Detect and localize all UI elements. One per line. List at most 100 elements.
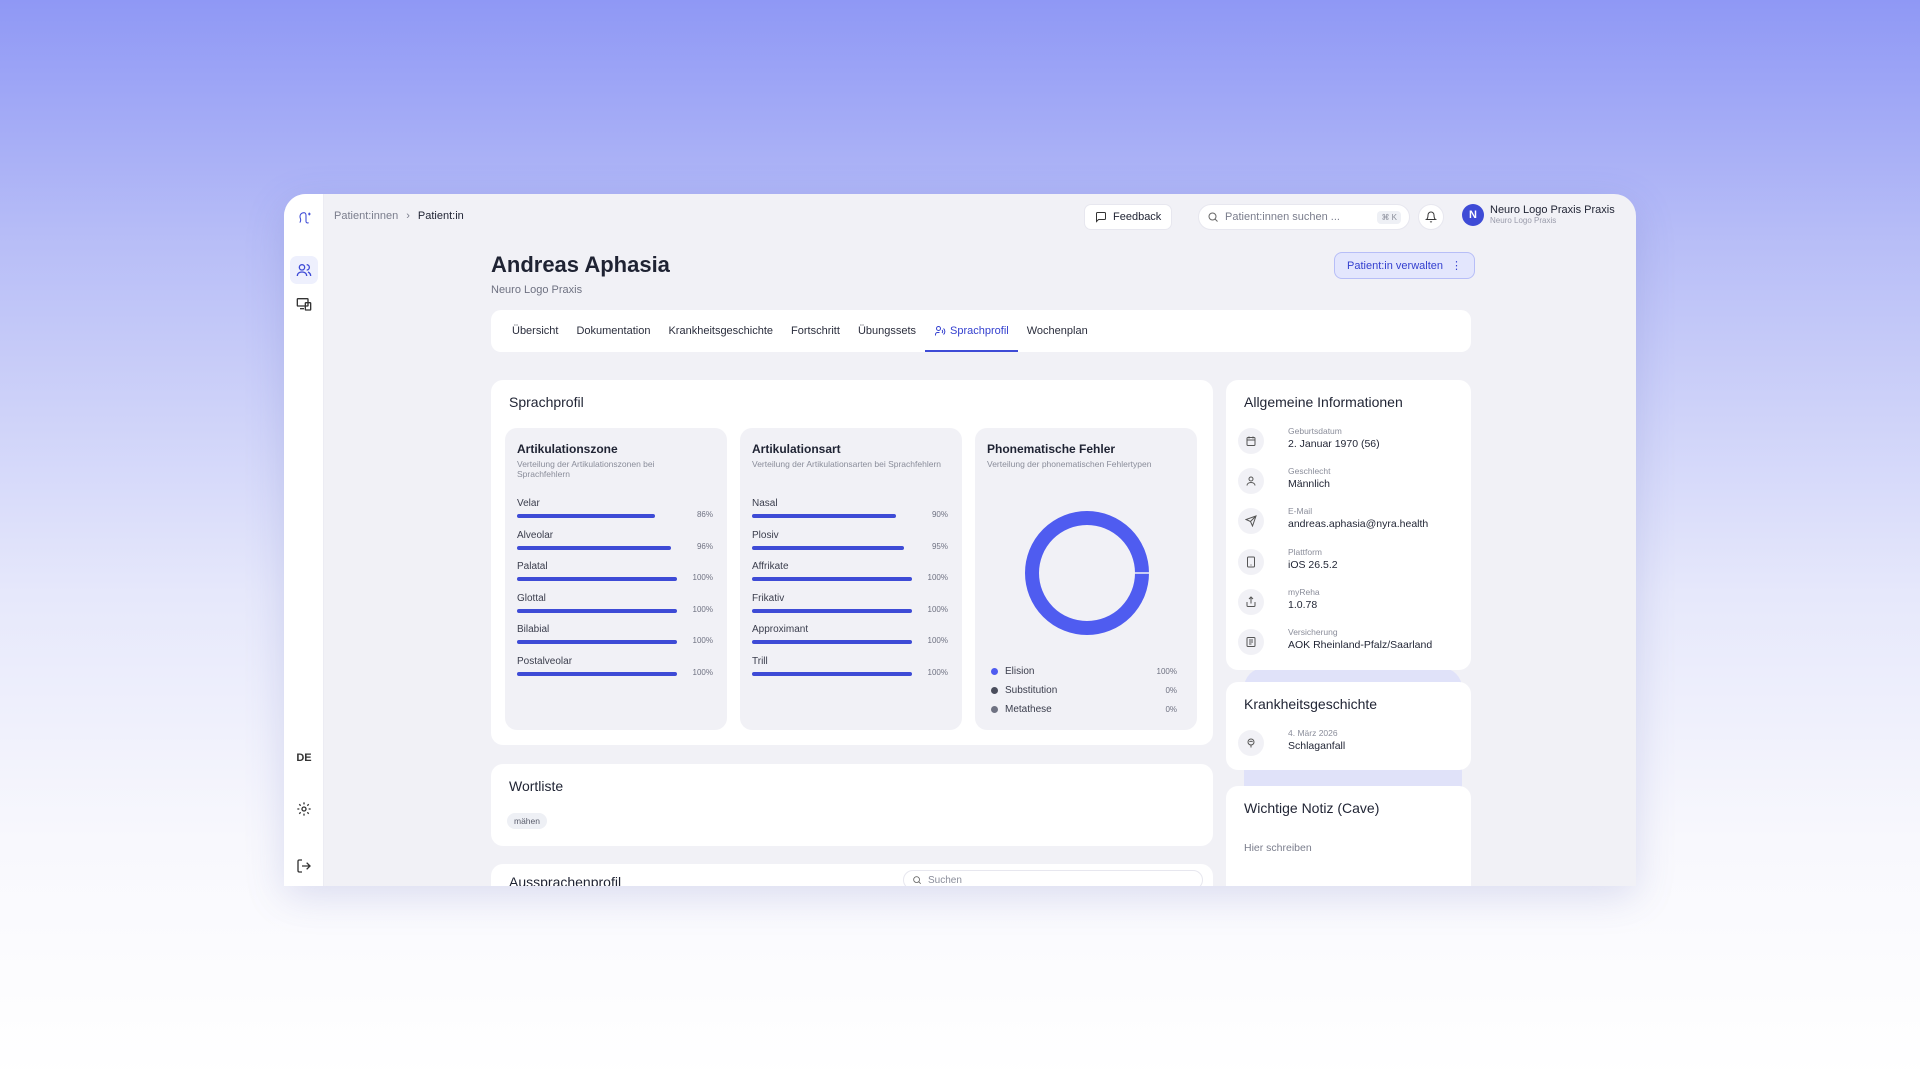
more-vertical-icon: ⋮ <box>1451 260 1462 272</box>
phon-title: Phonematische Fehler <box>987 442 1116 456</box>
message-icon <box>1096 212 1106 223</box>
tab-uebersicht[interactable]: Übersicht <box>503 310 567 352</box>
settings-button[interactable] <box>290 795 318 823</box>
bar-percent: 100% <box>692 573 713 582</box>
info-value: andreas.aphasia@nyra.health <box>1288 518 1429 531</box>
bar-fill <box>752 545 904 550</box>
legend-percent: 0% <box>1165 704 1177 714</box>
info-label: myReha <box>1288 586 1320 597</box>
zone-title: Artikulationszone <box>517 442 618 456</box>
bar-fill <box>517 671 677 676</box>
info-value: 1.0.78 <box>1288 598 1318 611</box>
general-info-title: Allgemeine Informationen <box>1244 394 1403 410</box>
sprachprofil-card: Sprachprofil Artikulationszone Verteilun… <box>491 380 1213 745</box>
info-value: 2. Januar 1970 (56) <box>1288 438 1380 450</box>
info-row: Plattform iOS 26.5.2 <box>1238 547 1448 581</box>
user-name: Neuro Logo Praxis Praxis <box>1490 203 1615 216</box>
info-label: Geburtsdatum <box>1288 426 1342 436</box>
user-menu[interactable]: N Neuro Logo Praxis Praxis Neuro Logo Pr… <box>1462 204 1615 226</box>
history-entry[interactable]: 4. März 2026 Schlaganfall <box>1238 728 1448 762</box>
info-label: Plattform <box>1288 546 1323 557</box>
info-row: Geburtsdatum 2. Januar 1970 (56) <box>1238 426 1448 460</box>
bar-percent: 100% <box>927 604 948 614</box>
sprachprofil-title: Sprachprofil <box>509 394 584 410</box>
aussprachenprofil-card: Aussprachenprofil Suchen <box>491 864 1213 886</box>
bar-label: Postalveolar <box>517 655 573 667</box>
legend-percent: 0% <box>1165 685 1177 695</box>
gear-icon <box>297 802 311 816</box>
breadcrumb-parent[interactable]: Patient:innen <box>334 210 398 222</box>
sidebar: DE <box>284 194 324 886</box>
info-value: Männlich <box>1288 478 1331 491</box>
bar-percent: 100% <box>927 636 948 645</box>
tab-wochenplan[interactable]: Wochenplan <box>1018 310 1097 352</box>
bar-track <box>752 577 912 581</box>
bar-row: Palatal 100% <box>517 561 713 591</box>
bar-track <box>752 640 912 644</box>
insurance-icon <box>1238 629 1264 655</box>
bar-row: Nasal 90% <box>752 498 948 528</box>
bar-fill <box>752 514 896 518</box>
breadcrumb: Patient:innen › Patient:in <box>334 210 464 222</box>
bar-track <box>517 608 677 613</box>
note-title: Wichtige Notiz (Cave) <box>1244 800 1380 816</box>
bar-fill <box>517 577 677 581</box>
bar-label: Velar <box>517 498 540 509</box>
word-chip[interactable]: mähen <box>507 813 547 829</box>
art-desc: Verteilung der Artikulationsarten bei Sp… <box>752 459 942 469</box>
bar-label: Trill <box>752 655 768 667</box>
send-icon <box>1238 508 1264 535</box>
bar-track <box>517 671 677 676</box>
notifications-button[interactable] <box>1418 204 1444 230</box>
tab-dokumentation[interactable]: Dokumentation <box>567 310 659 352</box>
manage-patient-button[interactable]: Patient:in verwalten ⋮ <box>1334 252 1475 279</box>
tab-uebungssets[interactable]: Übungssets <box>849 310 925 352</box>
patient-practice: Neuro Logo Praxis <box>491 284 583 296</box>
bar-label: Affrikate <box>752 561 789 572</box>
users-icon <box>296 264 312 277</box>
bar-track <box>752 514 912 518</box>
aussprache-search-input[interactable]: Suchen <box>903 870 1203 886</box>
background-frame: DE Patient:innen › Patient:in Feedback P… <box>0 0 1920 1080</box>
bar-row: Frikativ 100% <box>752 593 948 623</box>
info-label: E-Mail <box>1288 506 1313 517</box>
note-textarea[interactable]: Hier schreiben <box>1244 842 1312 854</box>
language-switch[interactable]: DE <box>284 752 324 764</box>
logout-icon <box>297 859 311 873</box>
phonematische-fehler-card: Phonematische Fehler Verteilung der phon… <box>975 428 1197 730</box>
donut-segment-elision[interactable] <box>1025 511 1149 635</box>
bar-track <box>517 545 677 550</box>
donut-chart <box>1025 511 1150 635</box>
tab-fortschritt[interactable]: Fortschritt <box>782 310 849 352</box>
bar-percent: 86% <box>696 510 713 519</box>
legend-dot <box>991 705 998 713</box>
aussprachenprofil-title: Aussprachenprofil <box>509 874 622 886</box>
general-info-card: Allgemeine Informationen Geburtsdatum 2. … <box>1226 380 1471 670</box>
brain-icon <box>1238 730 1264 756</box>
bar-percent: 100% <box>927 573 948 582</box>
tab-krankheitsgeschichte[interactable]: Krankheitsgeschichte <box>659 310 782 352</box>
artikulationsart-card: Artikulationsart Verteilung der Artikula… <box>740 428 962 730</box>
bar-fill <box>517 514 655 518</box>
feedback-button[interactable]: Feedback <box>1084 204 1173 230</box>
tab-sprachprofil[interactable]: Sprachprofil <box>925 310 1018 352</box>
legend-percent: 100% <box>1156 666 1177 676</box>
user-org: Neuro Logo Praxis <box>1490 216 1557 226</box>
sidebar-item-devices[interactable] <box>290 290 318 318</box>
bar-label: Palatal <box>517 561 548 572</box>
bar-percent: 90% <box>931 510 948 519</box>
tablet-icon <box>1238 548 1264 575</box>
info-row: E-Mail andreas.aphasia@nyra.health <box>1238 506 1448 540</box>
aussprache-search-placeholder: Suchen <box>928 874 962 886</box>
tab-label: Dokumentation <box>576 325 651 337</box>
feedback-label: Feedback <box>1113 211 1162 223</box>
note-card: Wichtige Notiz (Cave) Hier schreiben <box>1226 786 1471 886</box>
sidebar-item-patients[interactable] <box>290 256 318 284</box>
bar-fill <box>752 640 912 644</box>
patient-search-input[interactable]: Patient:innen suchen ... ⌘ K <box>1198 204 1410 230</box>
bar-row: Affrikate 100% <box>752 561 948 591</box>
logout-button[interactable] <box>290 852 318 880</box>
bar-fill <box>517 640 677 644</box>
app-logo-icon[interactable] <box>290 204 318 232</box>
search-placeholder: Patient:innen suchen ... <box>1225 211 1340 223</box>
